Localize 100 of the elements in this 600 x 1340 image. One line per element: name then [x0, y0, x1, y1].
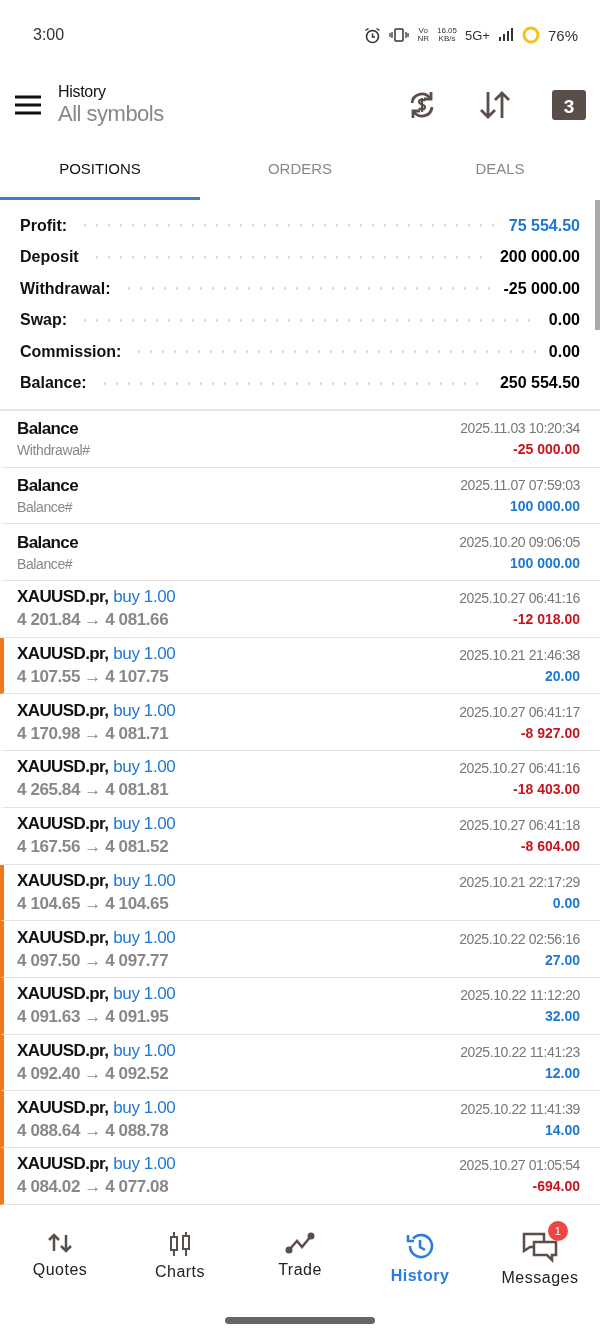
sort-icon[interactable] [478, 90, 512, 120]
amount: -8 927.00 [520, 724, 580, 741]
symbol-name: XAUUSD.pr, [17, 757, 109, 778]
price-range: 4 088.64 → 4 088.78 [17, 1120, 170, 1141]
symbol-name: XAUUSD.pr, [17, 587, 109, 608]
price-range: 4 107.55 → 4 107.75 [17, 667, 170, 688]
history-row[interactable]: XAUUSD.pr, buy 1.00 4 107.55 → 4 107.75 2025.10.21 21:46:38 20.00 [0, 637, 600, 695]
amount: -25 000.00 [513, 441, 580, 458]
amount: -694.00 [532, 1178, 580, 1195]
signal-icon [497, 28, 514, 42]
up-down-arrows-icon [47, 1231, 73, 1255]
trade-side: buy 1.00 [113, 644, 176, 665]
symbol-name: XAUUSD.pr, [17, 1040, 109, 1061]
price-range: 4 084.02 → 4 077.08 [17, 1177, 170, 1198]
volte-label: Vo [418, 27, 428, 35]
trade-side: buy 1.00 [113, 1097, 176, 1118]
price-range: 4 170.98 → 4 081.71 [17, 723, 170, 744]
amount: -8 604.00 [520, 838, 580, 855]
history-row[interactable]: XAUUSD.pr, buy 1.00 4 088.64 → 4 088.78 2025.10.22 11:41:39 14.00 [0, 1091, 600, 1148]
timestamp: 2025.10.20 09:06:05 [459, 533, 580, 550]
timestamp: 2025.10.22 11:12:20 [460, 987, 580, 1004]
tab[interactable]: POSITIONS [0, 140, 200, 200]
alarm-icon [364, 26, 382, 44]
symbol-name: XAUUSD.pr, [17, 984, 109, 1005]
trade-side: buy 1.00 [113, 927, 176, 948]
price-range: 4 167.56 → 4 081.52 [17, 837, 170, 858]
operation-name: Balance [17, 419, 79, 440]
operation-comment: Balance# [17, 499, 74, 516]
clock-history-icon [405, 1231, 435, 1261]
price-range: 4 097.50 → 4 097.77 [17, 950, 170, 971]
tab[interactable]: DEALS [400, 140, 600, 200]
summary-value: 0.00 [548, 342, 580, 361]
history-row[interactable]: XAUUSD.pr, buy 1.00 4 104.65 → 4 104.65 2025.10.21 22:17:29 0.00 [0, 864, 600, 922]
timestamp: 2025.10.22 02:56:16 [459, 930, 580, 947]
price-range: 4 265.84 → 4 081.81 [17, 780, 170, 801]
timestamp: 2025.10.22 11:41:39 [460, 1100, 580, 1117]
symbol-filter[interactable]: All symbols [58, 101, 164, 127]
volte-label: NR [417, 35, 429, 43]
symbol-name: XAUUSD.pr, [17, 700, 109, 721]
amount: 100 000.00 [509, 554, 580, 571]
line-chart-icon [285, 1231, 315, 1255]
amount: 100 000.00 [509, 498, 580, 515]
symbol-name: XAUUSD.pr, [17, 1097, 109, 1118]
trade-side: buy 1.00 [113, 984, 176, 1005]
symbol-name: XAUUSD.pr, [17, 644, 109, 665]
summary-label: Profit: [20, 216, 68, 235]
history-row[interactable]: XAUUSD.pr, buy 1.00 4 097.50 → 4 097.77 2025.10.22 02:56:16 27.00 [0, 921, 600, 978]
battery-level: 76% [547, 26, 578, 44]
history-row[interactable]: XAUUSD.pr, buy 1.00 4 084.02 → 4 077.08 2025.10.27 01:05:54 -694.00 [0, 1147, 600, 1205]
operation-name: Balance [17, 532, 78, 553]
trade-side: buy 1.00 [113, 700, 176, 721]
nav-tab[interactable]: Charts [120, 1217, 240, 1287]
price-range: 4 091.63 → 4 091.95 [17, 1007, 170, 1028]
network-type: 5G+ [465, 27, 490, 43]
history-row[interactable]: XAUUSD.pr, buy 1.00 4 170.98 → 4 081.71 2025.10.27 06:41:17 -8 927.00 [0, 694, 600, 752]
timestamp: 2025.10.27 06:41:16 [459, 590, 580, 607]
summary-label: Deposit [20, 248, 79, 267]
trade-side: buy 1.00 [113, 1154, 176, 1175]
timestamp: 2025.10.27 01:05:54 [459, 1157, 580, 1174]
network-speed: KB/s [438, 35, 456, 43]
trade-side: buy 1.00 [113, 870, 176, 891]
history-row[interactable]: Balance Withdrawal# 2025.11.03 10:20:34 -25 000.00 [0, 411, 600, 468]
menu-icon[interactable] [14, 95, 42, 115]
price-range: 4 201.84 → 4 081.66 [17, 610, 170, 631]
timestamp: 2025.11.03 10:20:34 [460, 420, 580, 437]
nav-tab[interactable]: Trade [240, 1217, 360, 1285]
screen-title: History [58, 83, 107, 101]
summary-value: 75 554.50 [508, 216, 580, 235]
timestamp: 2025.10.22 11:41:23 [460, 1043, 580, 1060]
tab[interactable]: ORDERS [200, 140, 400, 200]
amount: -12 018.00 [513, 611, 580, 628]
history-row[interactable]: Balance Balance# 2025.10.20 09:06:05 100 000.00 [0, 524, 600, 582]
history-row[interactable]: Balance Balance# 2025.11.07 07:59:03 100 000.00 [0, 467, 600, 525]
trade-side: buy 1.00 [113, 587, 176, 608]
trade-side: buy 1.00 [113, 814, 176, 835]
nav-tab[interactable]: 1 Messages [480, 1217, 600, 1293]
vibrate-icon [389, 28, 410, 42]
unread-badge: 1 [548, 1221, 568, 1241]
symbol-name: XAUUSD.pr, [17, 1154, 109, 1175]
candlestick-icon [167, 1231, 193, 1257]
amount: -18 403.00 [513, 781, 580, 798]
history-row[interactable]: XAUUSD.pr, buy 1.00 4 167.56 → 4 081.52 2025.10.27 06:41:18 -8 604.00 [0, 807, 600, 865]
history-row[interactable]: XAUUSD.pr, buy 1.00 4 092.40 → 4 092.52 2025.10.22 11:41:23 12.00 [0, 1034, 600, 1092]
amount: 0.00 [552, 894, 580, 911]
trade-side: buy 1.00 [113, 757, 176, 778]
nav-tab[interactable]: Quotes [0, 1217, 120, 1285]
summary-value: -25 000.00 [503, 279, 580, 298]
calendar-button[interactable]: 3 [552, 90, 586, 120]
history-row[interactable]: XAUUSD.pr, buy 1.00 4 091.63 → 4 091.95 2025.10.22 11:12:20 32.00 [0, 977, 600, 1035]
trade-side: buy 1.00 [113, 1040, 176, 1061]
operation-name: Balance [17, 476, 78, 497]
symbol-name: XAUUSD.pr, [17, 814, 109, 835]
amount: 14.00 [544, 1121, 580, 1138]
history-row[interactable]: XAUUSD.pr, buy 1.00 4 265.84 → 4 081.81 2025.10.27 06:41:16 -18 403.00 [0, 751, 600, 808]
battery-ring-icon [521, 26, 540, 44]
symbol-name: XAUUSD.pr, [17, 870, 109, 891]
timestamp: 2025.10.27 06:41:18 [459, 817, 580, 834]
history-row[interactable]: XAUUSD.pr, buy 1.00 4 201.84 → 4 081.66 2025.10.27 06:41:16 -12 018.00 [0, 581, 600, 638]
nav-tab[interactable]: History [360, 1217, 480, 1291]
network-speed: 16.05 [437, 27, 458, 35]
